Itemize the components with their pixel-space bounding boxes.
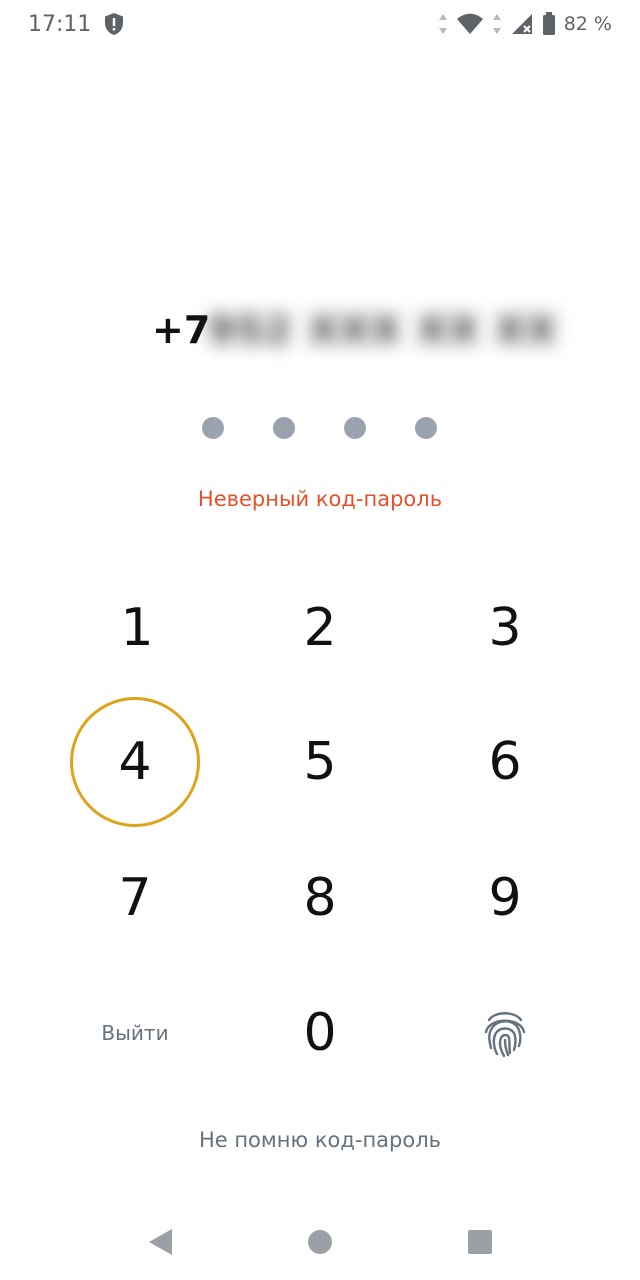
status-icons: 82 % — [430, 10, 612, 38]
key-7[interactable]: 7 — [70, 833, 200, 963]
key-5[interactable]: 5 — [255, 697, 385, 827]
wifi-icon — [456, 13, 484, 35]
data-arrows-icon-2 — [492, 13, 502, 35]
pin-indicator — [0, 417, 640, 441]
key-4[interactable]: 4 — [70, 697, 200, 827]
key-0[interactable]: 0 — [255, 968, 385, 1098]
error-message: Неверный код-пароль — [197, 487, 443, 511]
phone-masked: 952 XXX XX XX — [208, 308, 559, 352]
key-1[interactable]: 1 — [72, 563, 202, 693]
battery-percent: 82 % — [563, 13, 612, 35]
data-arrows-icon — [438, 13, 448, 35]
navigation-bar — [0, 1200, 640, 1280]
pin-dot — [415, 417, 437, 439]
pin-dot — [202, 417, 224, 439]
fingerprint-icon[interactable] — [440, 968, 570, 1098]
key-9[interactable]: 9 — [440, 833, 570, 963]
pin-dot — [273, 417, 295, 439]
signal-icon — [510, 13, 534, 35]
key-2[interactable]: 2 — [255, 563, 385, 693]
forgot-pin-link[interactable]: Не помню код-пароль — [0, 1128, 640, 1152]
key-3[interactable]: 3 — [440, 563, 570, 693]
phone-prefix: +7 — [152, 308, 211, 352]
phone-number: +7 952 XXX XX XX — [0, 300, 640, 360]
logout-button[interactable]: Выйти — [70, 968, 200, 1098]
key-8[interactable]: 8 — [255, 833, 385, 963]
status-bar: 17:11 82 % — [0, 0, 640, 50]
recents-icon[interactable] — [460, 1222, 500, 1262]
key-6[interactable]: 6 — [440, 697, 570, 827]
pin-dot — [344, 417, 366, 439]
shield-alert-icon — [103, 12, 125, 36]
battery-icon — [542, 12, 556, 36]
back-icon[interactable] — [140, 1222, 180, 1262]
status-time: 17:11 — [28, 12, 92, 37]
home-icon[interactable] — [300, 1222, 340, 1262]
